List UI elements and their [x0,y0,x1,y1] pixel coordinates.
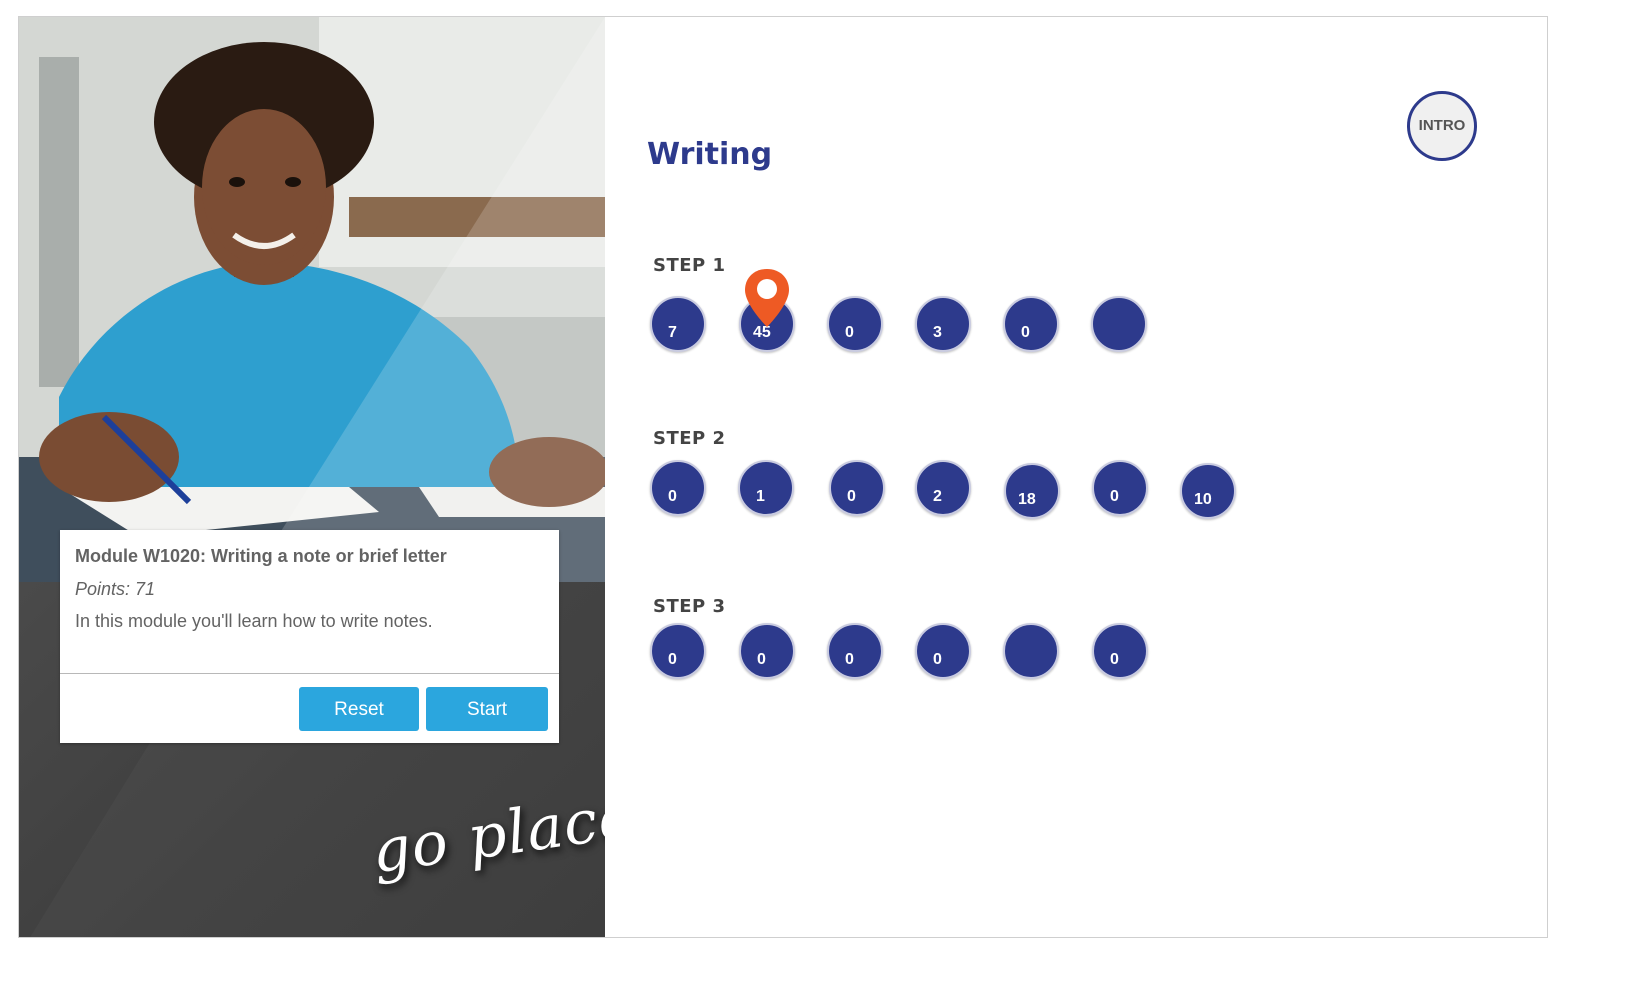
step-2-node-2[interactable]: 1 [738,460,794,516]
student-photo [19,17,605,582]
node-score: 7 [668,324,677,341]
step-3-node-6[interactable]: 0 [1092,623,1148,679]
step-1-label: STEP 1 [653,255,726,276]
step-3-node-3[interactable]: 0 [827,623,883,679]
node-score: 0 [757,651,766,668]
step-2-node-4[interactable]: 2 [915,460,971,516]
step-1-node-1[interactable]: 7 [650,296,706,352]
node-score: 0 [933,651,942,668]
step-2-node-7[interactable]: 10 [1180,463,1236,519]
node-score: 0 [847,488,856,505]
step-2-node-5[interactable]: 18 [1004,463,1060,519]
intro-button[interactable]: INTRO [1407,91,1477,161]
node-score: 0 [668,651,677,668]
node-score: 0 [1021,324,1030,341]
hero-panel: go places [19,17,605,937]
module-title: Module W1020: Writing a note or brief le… [75,546,447,566]
node-score: 3 [933,324,942,341]
step-2-node-6[interactable]: 0 [1092,460,1148,516]
node-score: 0 [1110,488,1119,505]
node-score: 18 [1018,491,1036,508]
node-score: 0 [668,488,677,505]
step-1-node-3[interactable]: 0 [827,296,883,352]
node-score: 0 [845,651,854,668]
step-2-node-3[interactable]: 0 [829,460,885,516]
step-3-label: STEP 3 [653,596,726,617]
page-title: Writing [647,137,773,172]
step-2-node-1[interactable]: 0 [650,460,706,516]
map-pin-icon [745,269,789,327]
node-score: 2 [933,488,942,505]
step-2-label: STEP 2 [653,428,726,449]
step-1-node-4[interactable]: 3 [915,296,971,352]
step-3-node-5[interactable] [1003,623,1059,679]
module-points: Points: 71 [75,579,156,599]
step-3-node-1[interactable]: 0 [650,623,706,679]
step-1-node-6[interactable] [1091,296,1147,352]
module-description: In this module you'll learn how to write… [75,611,433,631]
node-score: 10 [1194,491,1212,508]
step-1-node-5[interactable]: 0 [1003,296,1059,352]
card-divider [60,673,559,674]
reset-button[interactable]: Reset [299,687,419,731]
module-info-card: Module W1020: Writing a note or brief le… [60,530,559,743]
node-score: 0 [845,324,854,341]
app-frame: go places Module W1020: Writing a note o… [18,16,1548,938]
node-score: 0 [1110,651,1119,668]
step-3-node-2[interactable]: 0 [739,623,795,679]
node-score: 1 [756,488,765,505]
start-button[interactable]: Start [426,687,548,731]
step-3-node-4[interactable]: 0 [915,623,971,679]
